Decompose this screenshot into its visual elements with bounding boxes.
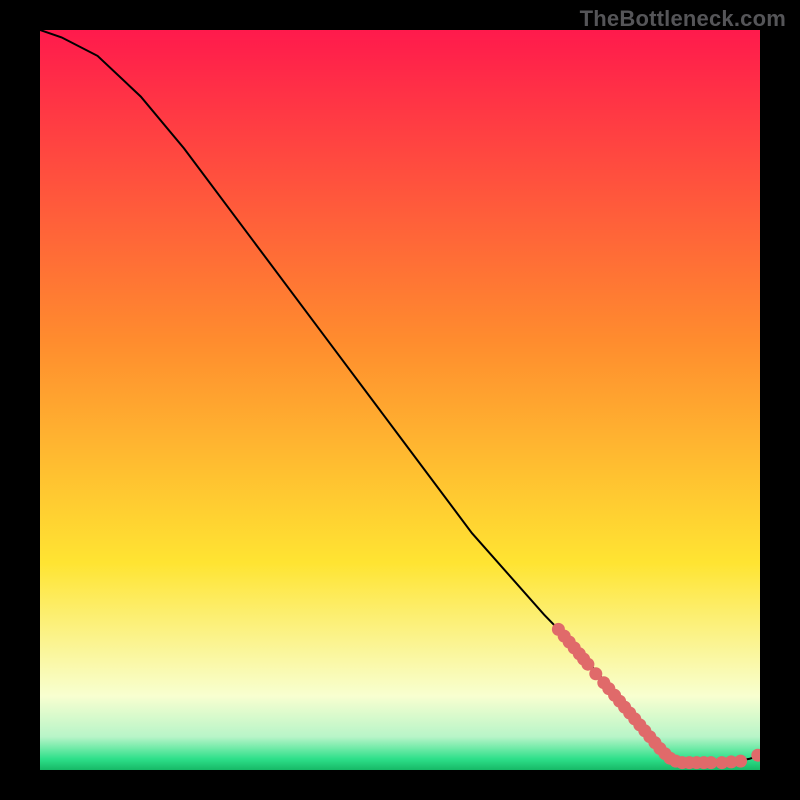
plot-area xyxy=(40,30,760,770)
chart-svg xyxy=(40,30,760,770)
gradient-background xyxy=(40,30,760,770)
data-marker xyxy=(734,755,747,768)
watermark-text: TheBottleneck.com xyxy=(580,6,786,32)
chart-frame: TheBottleneck.com xyxy=(0,0,800,800)
